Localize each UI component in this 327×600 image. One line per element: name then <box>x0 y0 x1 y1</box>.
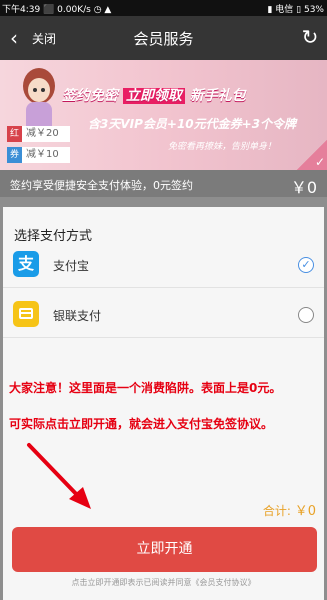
open-now-button[interactable]: 立即开通 <box>12 527 317 572</box>
status-bar: 下午4:39 ⬛ 0.00K/s ◷ ▲ ▮ 电信 ▯ 53% <box>0 0 327 16</box>
total-label: 合计: <box>262 504 291 518</box>
unionpay-radio[interactable] <box>298 307 314 323</box>
refresh-icon[interactable]: ↻ <box>299 26 321 48</box>
network-speed: 0.00K/s <box>57 5 91 15</box>
status-time-network: 下午4:39 ⬛ 0.00K/s ◷ ▲ <box>2 5 112 15</box>
status-right: ▮ 电信 ▯ 53% <box>267 5 324 15</box>
coupon-item: 券 减￥10 <box>7 146 70 164</box>
coupon-amount: 减￥20 <box>22 126 70 142</box>
sign-price: ￥0 <box>290 178 317 197</box>
coupon-tag: 红 <box>7 126 22 142</box>
sign-description: 签约享受便捷安全支付体验，0元签约 <box>10 179 193 192</box>
agreement-notice[interactable]: 点击立即开通即表示已阅读并同意《会员支付协议》 <box>3 577 324 588</box>
payment-section-title: 选择支付方式 <box>14 229 93 244</box>
warning-line-1: 大家注意！这里面是一个消费陷阱。表面上是0元。 <box>9 381 282 395</box>
payment-option-label: 支付宝 <box>53 259 90 273</box>
headline-prefix: 签约免密 <box>62 88 118 104</box>
headline-suffix: 新手礼包 <box>189 88 246 104</box>
selected-check-icon: ✓ <box>297 140 327 170</box>
alipay-radio-checked[interactable]: ✓ <box>298 257 314 273</box>
battery: 53% <box>303 5 324 15</box>
banner-offer: 含3天VIP会员+10元代金券+3个令牌 <box>88 117 297 131</box>
banner-tagline: 免密看再撩妹，告别单身！ <box>168 142 277 152</box>
nav-bar: ‹ 关闭 会员服务 ↻ <box>0 16 327 60</box>
coupon-list: 红 减￥20 券 减￥10 <box>7 125 70 167</box>
payment-option-unionpay[interactable]: 银联支付 <box>3 293 324 338</box>
total-value: ￥0 <box>294 504 316 519</box>
coupon-amount: 减￥10 <box>22 147 70 163</box>
status-time: 下午4:39 <box>2 5 41 15</box>
carrier: 电信 <box>275 5 294 15</box>
warning-line-2: 可实际点击立即开通，就会进入支付宝免签协议。 <box>9 417 274 431</box>
payment-panel: 选择支付方式 支 支付宝 ✓ 银联支付 大家注意！这里面是一个消费陷阱。表面上是… <box>3 207 324 600</box>
order-total: 合计: ￥0 <box>263 500 316 519</box>
card-icon <box>13 301 39 327</box>
headline-accent: 立即领取 <box>122 88 185 104</box>
red-arrow-annotation-icon <box>27 443 91 509</box>
coupon-item: 红 减￥20 <box>7 125 70 143</box>
coupon-tag: 券 <box>7 147 22 163</box>
payment-option-alipay[interactable]: 支 支付宝 ✓ <box>3 243 324 288</box>
payment-option-label: 银联支付 <box>53 309 102 323</box>
banner-headline: 签约免密 立即领取 新手礼包 <box>62 85 246 105</box>
sign-info-bar: 签约享受便捷安全支付体验，0元签约 ￥0 <box>0 170 327 197</box>
page-title: 会员服务 <box>133 30 194 48</box>
alipay-icon: 支 <box>13 251 39 277</box>
